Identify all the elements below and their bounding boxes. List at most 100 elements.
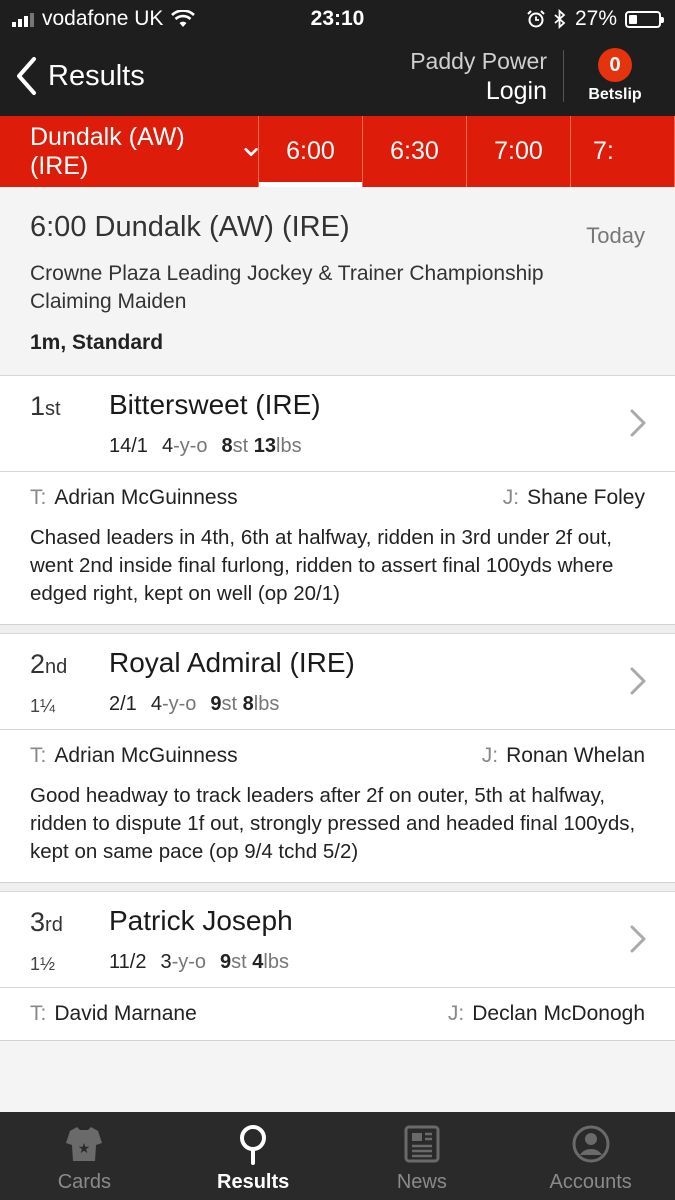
- beaten-distance: 1½: [30, 954, 56, 974]
- runner-row[interactable]: 1st Bittersweet (IRE) 14/1 4-y-o 8st 13l…: [0, 376, 675, 472]
- race-time-tab[interactable]: 7:00: [467, 116, 571, 187]
- beaten-distance: 1¼: [30, 696, 56, 716]
- login-label: Login: [485, 77, 547, 105]
- age-unit: -y-o: [161, 693, 197, 715]
- chevron-right-icon: [630, 667, 646, 695]
- horse-name: Bittersweet (IRE): [109, 389, 321, 420]
- jockey: J: Shane Foley: [503, 486, 645, 510]
- tab-label: Results: [217, 1171, 290, 1193]
- divider: [0, 883, 675, 892]
- jersey-icon: ★: [66, 1127, 103, 1161]
- position-number: 3: [30, 907, 46, 937]
- st-unit: st: [221, 693, 238, 715]
- age-value: 4: [161, 435, 174, 457]
- weight: 9st 4lbs: [220, 951, 289, 974]
- race-time-tab[interactable]: 6:00: [259, 116, 363, 187]
- age: 4-y-o: [162, 435, 208, 458]
- tab-accounts[interactable]: Accounts: [506, 1112, 675, 1200]
- age-unit: -y-o: [171, 951, 207, 973]
- trainer: T: Adrian McGuinness: [30, 486, 238, 510]
- horse-name: Patrick Joseph: [109, 905, 293, 936]
- weight-st: 9: [220, 951, 232, 973]
- jockey-name: Shane Foley: [527, 486, 645, 509]
- jockey: J: Declan McDonogh: [448, 1002, 645, 1026]
- runner-row[interactable]: 2nd 1¼ Royal Admiral (IRE) 2/1 4-y-o 9st…: [0, 634, 675, 730]
- divider: [0, 625, 675, 634]
- race-header: 6:00 Dundalk (AW) (IRE) Today Crowne Pla…: [0, 187, 675, 376]
- finish-position: 2nd: [30, 649, 67, 680]
- trainer: T: David Marnane: [30, 1002, 197, 1026]
- jockey-name: Declan McDonogh: [472, 1002, 645, 1025]
- trainer-jockey-row: T: Adrian McGuinness J: Ronan Whelan: [0, 730, 675, 782]
- race-comment: Good headway to track leaders after 2f o…: [30, 784, 636, 863]
- results-list: 1st Bittersweet (IRE) 14/1 4-y-o 8st 13l…: [0, 376, 675, 1041]
- race-time-tab[interactable]: 6:30: [363, 116, 467, 187]
- runner-meta: 11/2 3-y-o 9st 4lbs: [109, 951, 289, 974]
- st-unit: st: [232, 435, 249, 457]
- race-title: 6:00 Dundalk (AW) (IRE): [30, 211, 350, 243]
- lbs-unit: lbs: [253, 693, 280, 715]
- top-bar: vodafone UK 23:10 27% Results Paddy Powe…: [0, 0, 675, 116]
- age-value: 4: [150, 693, 162, 715]
- age: 3-y-o: [160, 951, 206, 974]
- jockey-name: Ronan Whelan: [506, 744, 645, 767]
- jockey: J: Ronan Whelan: [482, 744, 645, 768]
- venue-dropdown[interactable]: Dundalk (AW) (IRE): [0, 116, 259, 187]
- betslip-button[interactable]: 0 Betslip: [585, 48, 645, 104]
- nav-bar: Results Paddy Power Login 0 Betslip: [0, 38, 675, 116]
- lbs-unit: lbs: [263, 951, 289, 973]
- trainer-jockey-row: T: David Marnane J: Declan McDonogh: [0, 988, 675, 1040]
- betslip-count-badge: 0: [598, 48, 632, 82]
- race-name: Crowne Plaza Leading Jockey & Trainer Ch…: [30, 262, 544, 313]
- tab-label: Accounts: [549, 1171, 632, 1193]
- runner-card: 3rd 1½ Patrick Joseph 11/2 3-y-o 9st 4lb…: [0, 892, 675, 1041]
- position-number: 1: [30, 391, 46, 421]
- jockey-label: J:: [447, 1002, 465, 1025]
- runner-card: 2nd 1¼ Royal Admiral (IRE) 2/1 4-y-o 9st…: [0, 634, 675, 883]
- login-button[interactable]: Paddy Power Login: [410, 48, 547, 106]
- race-time-tab[interactable]: 7:: [571, 116, 675, 187]
- race-selector-bar: Dundalk (AW) (IRE) 6:00 6:30 7:00 7:: [0, 116, 675, 187]
- nav-divider: [563, 50, 564, 102]
- battery-percent: 27%: [574, 7, 617, 30]
- runner-meta: 14/1 4-y-o 8st 13lbs: [109, 435, 302, 458]
- tab-cards[interactable]: ★ Cards: [0, 1112, 169, 1200]
- finish-position: 1st: [30, 391, 61, 422]
- odds: 2/1: [109, 693, 137, 715]
- trainer-label: T:: [30, 744, 47, 767]
- odds: 14/1: [109, 435, 148, 457]
- back-button[interactable]: Results: [14, 56, 145, 96]
- chevron-down-icon: [244, 147, 258, 156]
- betslip-label: Betslip: [588, 86, 642, 103]
- trainer-label: T:: [30, 486, 47, 509]
- age-unit: -y-o: [173, 435, 208, 457]
- chevron-left-icon: [17, 57, 36, 95]
- finish-position: 3rd: [30, 907, 63, 938]
- person-icon: [572, 1125, 610, 1163]
- lbs-unit: lbs: [276, 435, 302, 457]
- jockey-label: J:: [502, 486, 520, 509]
- position-suffix: st: [45, 398, 61, 420]
- trainer-jockey-row: T: Adrian McGuinness J: Shane Foley: [0, 472, 675, 524]
- brand-name: Paddy Power: [410, 48, 547, 74]
- tab-results[interactable]: Results: [169, 1112, 338, 1200]
- alarm-icon: [527, 10, 545, 28]
- tab-news[interactable]: News: [338, 1112, 507, 1200]
- weight-st: 8: [221, 435, 233, 457]
- weight: 9st 8lbs: [210, 693, 279, 716]
- battery-icon: [625, 10, 664, 28]
- tab-label: News: [396, 1171, 447, 1193]
- trainer-name: Adrian McGuinness: [54, 486, 238, 509]
- position-number: 2: [30, 649, 46, 679]
- battery-fill: [629, 14, 637, 24]
- trainer-label: T:: [30, 1002, 47, 1025]
- horse-name: Royal Admiral (IRE): [109, 647, 355, 678]
- magnifier-icon: [240, 1125, 267, 1165]
- position-suffix: rd: [45, 914, 63, 936]
- runner-row[interactable]: 3rd 1½ Patrick Joseph 11/2 3-y-o 9st 4lb…: [0, 892, 675, 988]
- status-bar: vodafone UK 23:10 27%: [0, 0, 675, 38]
- newspaper-icon: [404, 1125, 440, 1163]
- chevron-right-icon: [630, 409, 646, 437]
- runner-card: 1st Bittersweet (IRE) 14/1 4-y-o 8st 13l…: [0, 376, 675, 625]
- chevron-right-icon: [630, 925, 646, 953]
